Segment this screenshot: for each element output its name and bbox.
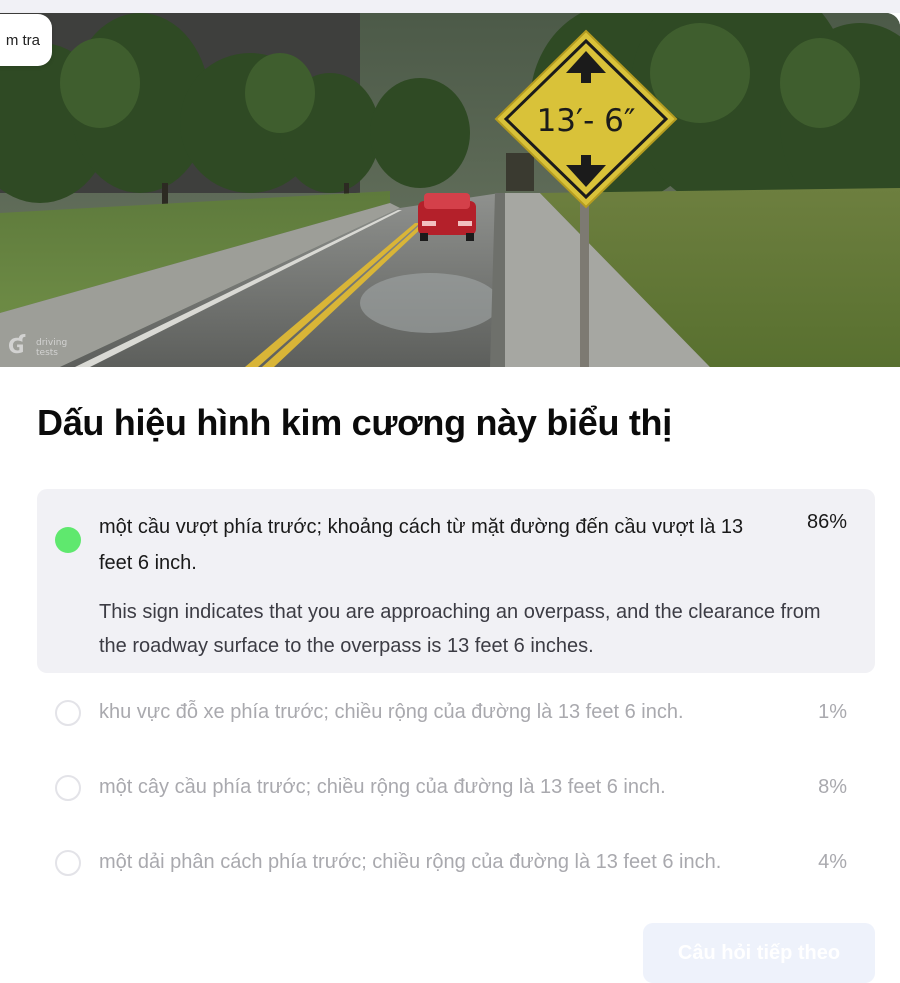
next-question-button[interactable]: Câu hỏi tiếp theo (643, 923, 875, 983)
question-image: 13′- 6″ Ɠ driving tests (0, 13, 900, 367)
answer-option-2[interactable]: khu vực đỗ xe phía trước; chiều rộng của… (37, 687, 875, 762)
nav-pill-label: m tra (5, 31, 40, 49)
svg-text:Ɠ: Ɠ (8, 334, 26, 358)
radio-icon (55, 700, 81, 726)
question-title: Dấu hiệu hình kim cương này biểu thị (37, 402, 672, 443)
road-scene-illustration: 13′- 6″ Ɠ driving tests (0, 13, 900, 367)
answer-percent: 8% (818, 776, 847, 798)
watermark-text-2: tests (36, 348, 58, 358)
correct-indicator-icon (55, 527, 81, 553)
radio-icon (55, 850, 81, 876)
answer-text: một cây cầu phía trước; chiều rộng của đ… (99, 776, 666, 798)
answer-text: khu vực đỗ xe phía trước; chiều rộng của… (99, 701, 684, 723)
top-bar (0, 0, 900, 13)
watermark-text-1: driving (36, 338, 67, 348)
answer-text: một cầu vượt phía trước; khoảng cách từ … (99, 516, 744, 574)
answer-percent: 86% (806, 511, 847, 533)
answer-option-1[interactable]: một cầu vượt phía trước; khoảng cách từ … (37, 489, 875, 673)
answer-option-3[interactable]: một cây cầu phía trước; chiều rộng của đ… (37, 762, 875, 837)
answer-percent: 4% (818, 851, 847, 873)
answer-list: một cầu vượt phía trước; khoảng cách từ … (37, 489, 875, 912)
answer-explanation: This sign indicates that you are approac… (99, 601, 821, 657)
red-car (418, 193, 476, 241)
answer-option-4[interactable]: một dải phân cách phía trước; chiều rộng… (37, 837, 875, 912)
answer-text: một dải phân cách phía trước; chiều rộng… (99, 851, 722, 873)
radio-icon (55, 775, 81, 801)
answer-percent: 1% (818, 701, 847, 723)
nav-pill-button[interactable]: m tra (0, 14, 52, 66)
sign-clearance-text: 13′- 6″ (537, 103, 636, 139)
